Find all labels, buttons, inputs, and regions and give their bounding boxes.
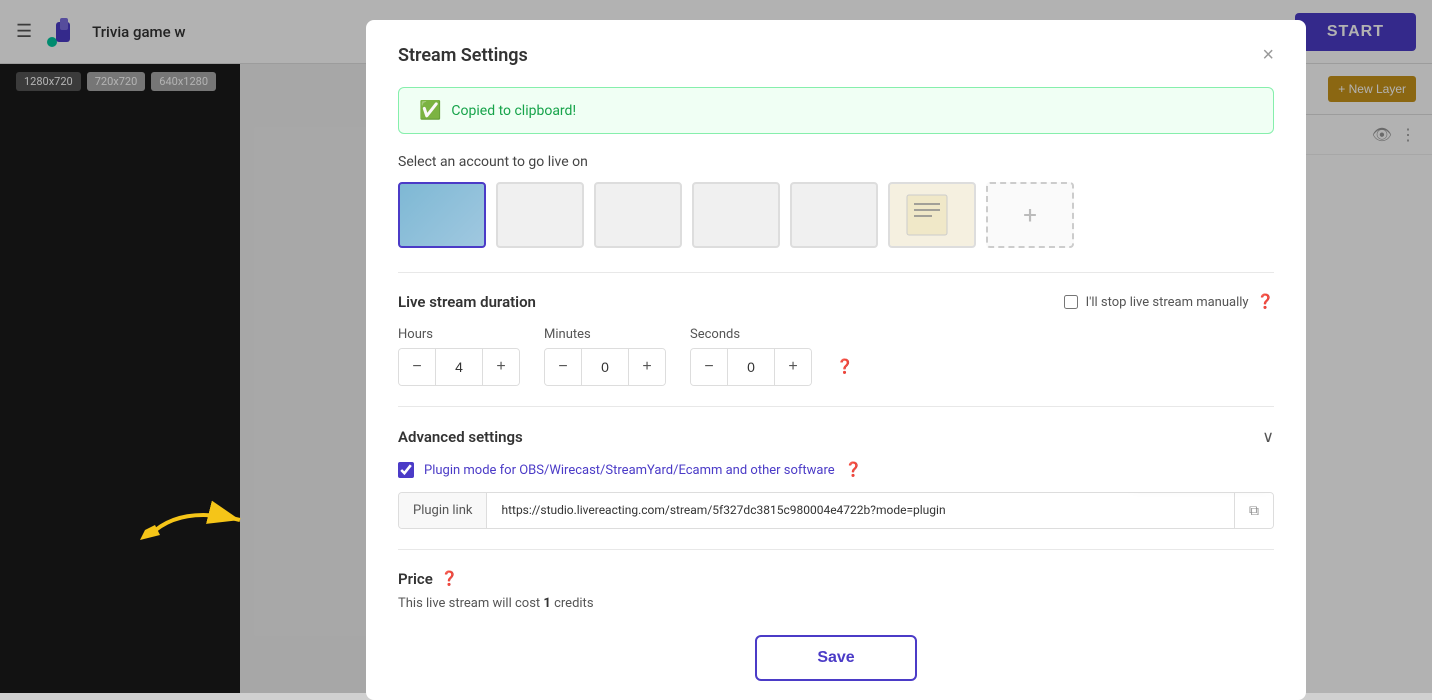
account-section: Select an account to go live on + (398, 154, 1274, 248)
account-section-label: Select an account to go live on (398, 154, 1274, 170)
price-text-before: This live stream will cost (398, 596, 543, 611)
price-credits: 1 (543, 596, 550, 611)
modal-overlay: Stream Settings × ✅ Copied to clipboard!… (0, 0, 1432, 693)
duration-section: Live stream duration I'll stop live stre… (398, 293, 1274, 386)
plugin-link-row: Plugin link https://studio.livereacting.… (398, 492, 1274, 529)
plugin-link-value: https://studio.livereacting.com/stream/5… (487, 493, 1234, 528)
minutes-stepper: − + (544, 348, 666, 386)
chevron-down-icon: ∨ (1262, 427, 1274, 446)
hours-increment-button[interactable]: + (483, 349, 519, 385)
duration-title: Live stream duration (398, 293, 536, 311)
success-check-icon: ✅ (419, 100, 441, 121)
minutes-field: Minutes − + (544, 327, 666, 386)
account-thumb-2[interactable] (496, 182, 584, 248)
seconds-stepper: − + (690, 348, 812, 386)
seconds-input[interactable] (727, 349, 775, 385)
success-text: Copied to clipboard! (451, 103, 576, 119)
price-text: This live stream will cost 1 credits (398, 596, 1274, 611)
account-thumb-5[interactable] (790, 182, 878, 248)
plugin-mode-row: Plugin mode for OBS/Wirecast/StreamYard/… (398, 462, 1274, 478)
minutes-input[interactable] (581, 349, 629, 385)
divider-1 (398, 272, 1274, 273)
modal-close-button[interactable]: × (1262, 44, 1274, 67)
timer-help-icon[interactable]: ❓ (836, 359, 853, 375)
minutes-increment-button[interactable]: + (629, 349, 665, 385)
plus-icon: + (1023, 201, 1037, 229)
price-section: Price ❓ This live stream will cost 1 cre… (398, 570, 1274, 611)
account-thumb-add[interactable]: + (986, 182, 1074, 248)
accounts-row: + (398, 182, 1274, 248)
copy-link-button[interactable]: ⧉ (1234, 493, 1273, 528)
stream-settings-modal: Stream Settings × ✅ Copied to clipboard!… (366, 20, 1306, 700)
advanced-header[interactable]: Advanced settings ∨ (398, 427, 1274, 446)
plugin-mode-checkbox[interactable] (398, 462, 414, 478)
account-thumb-3[interactable] (594, 182, 682, 248)
timer-help: ❓ (836, 327, 853, 386)
plugin-link-label: Plugin link (399, 493, 487, 528)
account-thumb-4[interactable] (692, 182, 780, 248)
save-section: Save (398, 635, 1274, 681)
divider-2 (398, 406, 1274, 407)
hours-label: Hours (398, 327, 520, 342)
price-header: Price ❓ (398, 570, 1274, 588)
price-title: Price (398, 570, 433, 588)
advanced-section: Advanced settings ∨ Plugin mode for OBS/… (398, 427, 1274, 529)
hours-field: Hours − + (398, 327, 520, 386)
manual-stop-row: I'll stop live stream manually ❓ (1064, 294, 1274, 310)
manual-stop-label: I'll stop live stream manually (1086, 295, 1249, 310)
minutes-label: Minutes (544, 327, 666, 342)
hours-decrement-button[interactable]: − (399, 349, 435, 385)
price-text-after: credits (551, 596, 594, 611)
advanced-title: Advanced settings (398, 428, 523, 446)
hours-input[interactable] (435, 349, 483, 385)
manual-stop-checkbox[interactable] (1064, 295, 1078, 309)
account-thumb-1[interactable] (398, 182, 486, 248)
plugin-help-icon[interactable]: ❓ (845, 462, 862, 478)
minutes-decrement-button[interactable]: − (545, 349, 581, 385)
account-thumb-6[interactable] (888, 182, 976, 248)
copy-icon: ⧉ (1249, 502, 1259, 518)
seconds-label: Seconds (690, 327, 812, 342)
price-help-icon[interactable]: ❓ (441, 571, 458, 587)
plugin-mode-label: Plugin mode for OBS/Wirecast/StreamYard/… (424, 463, 835, 478)
seconds-decrement-button[interactable]: − (691, 349, 727, 385)
seconds-field: Seconds − + (690, 327, 812, 386)
manual-stop-help-icon[interactable]: ❓ (1257, 294, 1274, 310)
duration-fields: Hours − + Minutes − + Seco (398, 327, 1274, 386)
modal-header: Stream Settings × (398, 44, 1274, 67)
save-button[interactable]: Save (755, 635, 916, 681)
success-banner: ✅ Copied to clipboard! (398, 87, 1274, 134)
modal-title: Stream Settings (398, 45, 528, 66)
divider-3 (398, 549, 1274, 550)
paper-icon (902, 190, 962, 240)
hours-stepper: − + (398, 348, 520, 386)
seconds-increment-button[interactable]: + (775, 349, 811, 385)
duration-header: Live stream duration I'll stop live stre… (398, 293, 1274, 311)
